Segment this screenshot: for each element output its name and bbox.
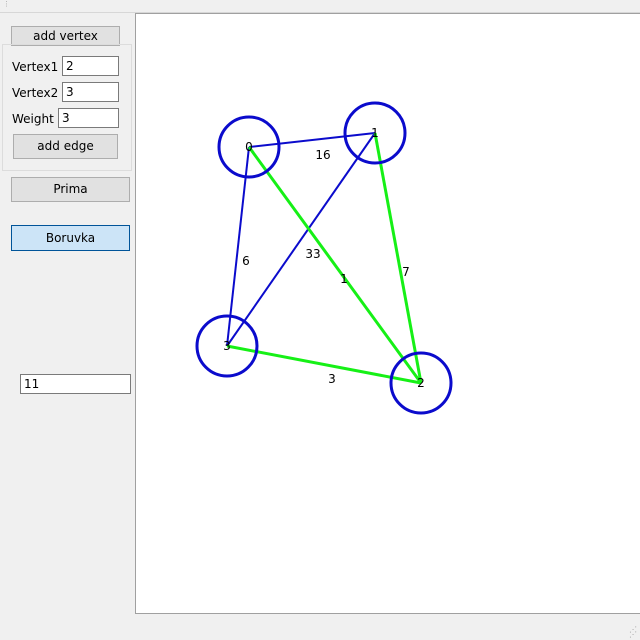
graph-edge-1-3: [226, 132, 376, 347]
graph-drawing[interactable]: 0 1 2 3 16 6 33 1 7 3: [136, 14, 640, 615]
vertex1-label: Vertex1: [12, 60, 59, 74]
resize-grip-icon[interactable]: ⋰ ⋰: [627, 626, 637, 639]
weight-input[interactable]: [58, 108, 119, 128]
drag-grip-icon[interactable]: ⋮: [3, 1, 10, 8]
vertex-label-1: 1: [371, 126, 379, 140]
add-edge-button[interactable]: add edge: [13, 134, 118, 159]
vertex1-input[interactable]: [62, 56, 119, 76]
vertex2-input[interactable]: [62, 82, 119, 102]
mst-edge-1-2: [373, 132, 423, 384]
vertex-label-2: 2: [417, 376, 425, 390]
edge-weight-label-1-2: 7: [402, 265, 410, 279]
graph-edge-0-1: [248, 132, 376, 148]
prima-button[interactable]: Prima: [11, 177, 130, 202]
add-vertex-button[interactable]: add vertex: [11, 26, 120, 46]
vertex-label-0: 0: [245, 140, 253, 154]
edge-weight-label-0-2: 1: [340, 272, 348, 286]
edge-input-group: Vertex1 Vertex2 Weight add edge: [2, 44, 132, 171]
graph-canvas[interactable]: 0 1 2 3 16 6 33 1 7 3: [135, 13, 640, 614]
boruvka-button[interactable]: Boruvka: [11, 225, 130, 251]
weight-label: Weight: [12, 112, 54, 126]
mst-edge-0-2: [247, 146, 423, 384]
edge-weight-label-0-1: 16: [315, 148, 330, 162]
edge-weight-label-3-2: 3: [328, 372, 336, 386]
result-total-weight-field[interactable]: [20, 374, 131, 394]
edge-weight-label-1-3: 33: [305, 247, 320, 261]
window-top-strip: ⋮: [0, 0, 640, 13]
vertex2-label: Vertex2: [12, 86, 59, 100]
edge-weight-label-0-3: 6: [242, 254, 250, 268]
vertex-label-3: 3: [223, 339, 231, 353]
